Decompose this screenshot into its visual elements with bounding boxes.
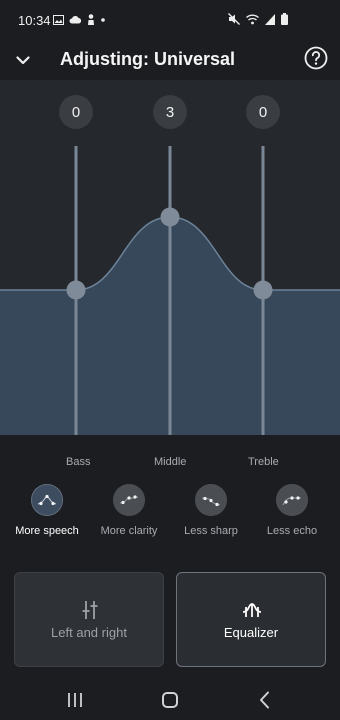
- person-icon: [88, 14, 94, 25]
- gallery-icon: [53, 14, 64, 25]
- preset-less-sharp[interactable]: Less sharp: [171, 484, 251, 537]
- slider-knob-treble[interactable]: [253, 280, 273, 300]
- mode-label: Left and right: [51, 625, 127, 640]
- more-speech-icon: [31, 484, 63, 516]
- header: Adjusting: Universal: [0, 40, 340, 80]
- preset-label: More clarity: [100, 525, 158, 537]
- home-icon[interactable]: [158, 688, 182, 712]
- wifi-icon: [246, 14, 259, 24]
- preset-more-clarity[interactable]: More clarity: [89, 484, 169, 537]
- notification-dot-icon: [101, 17, 105, 22]
- status-bar: 10:34: [0, 0, 340, 40]
- equalizer-button[interactable]: Equalizer: [176, 572, 326, 667]
- band-label-bass: Bass: [66, 456, 91, 468]
- back-icon[interactable]: [253, 688, 277, 712]
- mute-icon: [228, 13, 240, 25]
- band-label-treble: Treble: [248, 456, 279, 468]
- more-clarity-icon: [113, 484, 145, 516]
- navigation-bar: [0, 680, 340, 720]
- cloud-icon: [69, 16, 82, 24]
- band-value-bass: 0: [59, 95, 93, 129]
- preset-label: Less sharp: [184, 525, 238, 537]
- less-echo-icon: [276, 484, 308, 516]
- equalizer-graph: 0 3 0: [0, 80, 340, 435]
- equalizer-curve: [0, 146, 340, 435]
- slider-knob-bass[interactable]: [66, 280, 86, 300]
- preset-less-echo[interactable]: Less echo: [252, 484, 332, 537]
- chevron-down-icon: [16, 55, 30, 64]
- band-label-middle: Middle: [154, 456, 187, 468]
- sliders-icon: [82, 601, 98, 619]
- left-and-right-button[interactable]: Left and right: [14, 572, 164, 667]
- preset-more-speech[interactable]: More speech: [7, 484, 87, 537]
- band-value-treble: 0: [246, 95, 280, 129]
- page-title: Adjusting: Universal: [60, 49, 236, 69]
- slider-knob-middle[interactable]: [160, 207, 180, 227]
- preset-label: Less echo: [266, 525, 318, 537]
- equalizer-icon: [242, 603, 262, 617]
- recents-icon[interactable]: [63, 688, 87, 712]
- help-button[interactable]: [303, 45, 329, 71]
- preset-label: More speech: [15, 525, 79, 537]
- help-icon: [304, 46, 328, 70]
- status-time: 10:34: [18, 13, 51, 28]
- status-left-icons: [53, 14, 106, 25]
- mode-label: Equalizer: [223, 625, 279, 640]
- less-sharp-icon: [195, 484, 227, 516]
- battery-icon: [281, 13, 288, 25]
- status-right-icons: [228, 13, 288, 25]
- band-value-middle: 3: [153, 95, 187, 129]
- collapse-button[interactable]: [10, 47, 36, 73]
- signal-icon: [265, 13, 275, 25]
